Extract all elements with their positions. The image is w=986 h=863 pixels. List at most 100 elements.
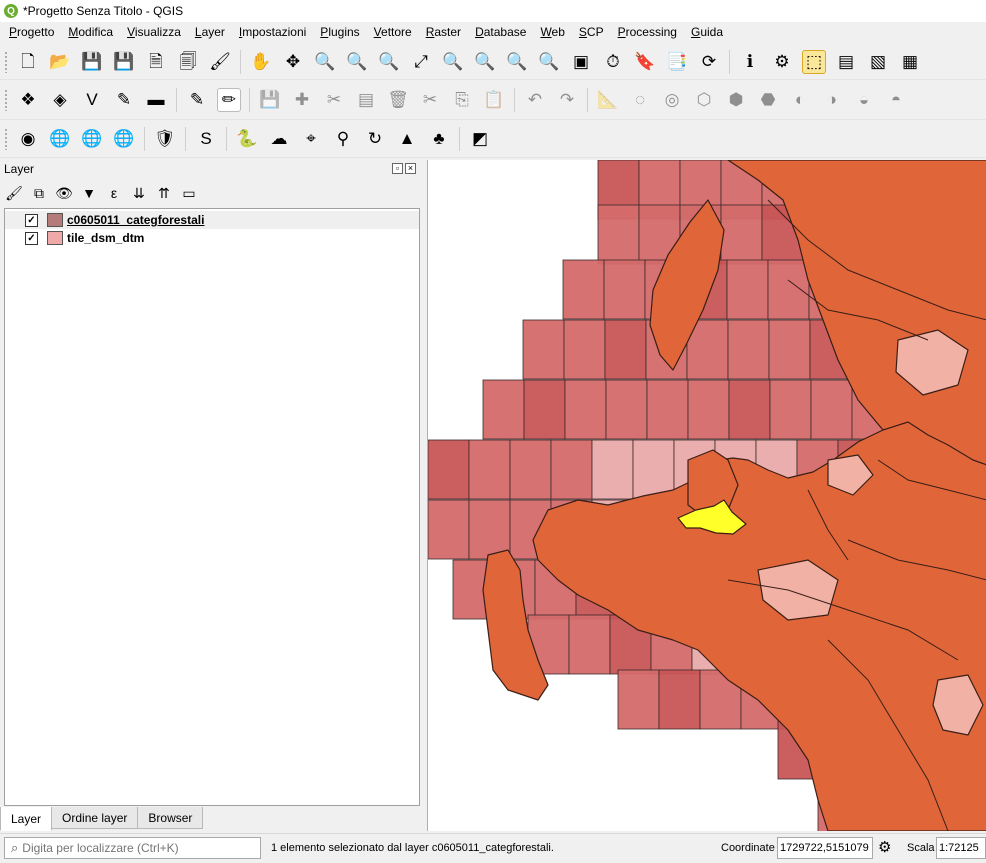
remove-layer-icon[interactable]: ▭ — [179, 183, 199, 203]
add-part-icon[interactable]: ◎ — [660, 88, 684, 112]
map-canvas[interactable] — [427, 160, 986, 831]
select-features-icon[interactable]: ⬚ — [802, 49, 826, 74]
current-edits-icon[interactable]: ✎ — [185, 88, 209, 112]
zoom-out-icon[interactable]: 🔍 — [345, 50, 369, 74]
filter-expression-icon[interactable]: ε — [104, 183, 124, 203]
expand-all-icon[interactable]: ⇊ — [129, 183, 149, 203]
menu-processing[interactable]: Processing — [611, 25, 684, 39]
zoom-native-icon[interactable]: 🔍 — [377, 50, 401, 74]
paste-features-icon[interactable]: 📋 — [482, 88, 506, 112]
add-group-icon[interactable]: ⧉ — [29, 183, 49, 203]
close-panel-icon[interactable]: × — [405, 163, 416, 174]
zoom-last-icon[interactable]: 🔍 — [505, 50, 529, 74]
new-print-layout-icon[interactable]: 🗎 — [144, 50, 168, 74]
pan-to-selection-icon[interactable]: ✥ — [281, 50, 305, 74]
collapse-all-icon[interactable]: ⇈ — [154, 183, 174, 203]
fill-ring-icon[interactable]: ⬡ — [692, 88, 716, 112]
toolbar-grip[interactable] — [4, 127, 8, 150]
layer-visibility-checkbox[interactable]: ✓ — [25, 231, 38, 245]
delete-part-icon[interactable]: ⬣ — [756, 88, 780, 112]
zoom-to-selection-icon[interactable]: 🔍 — [441, 50, 465, 74]
metasearch-icon[interactable]: 🌐 — [112, 127, 136, 151]
layer-name[interactable]: c0605011_categforestali — [67, 213, 204, 227]
float-panel-icon[interactable]: ▫ — [392, 163, 403, 174]
python-console-icon[interactable]: 🐍 — [235, 127, 259, 151]
geolocation-icon[interactable]: ⚲ — [331, 127, 355, 151]
georeferencer-icon[interactable]: ✎ — [112, 88, 136, 112]
modify-attributes-icon[interactable]: ▤ — [354, 88, 378, 112]
add-wms-layer-icon[interactable]: 🌐 — [48, 127, 72, 151]
toggle-extents-icon[interactable]: ⚙ — [878, 838, 891, 856]
cut-features-icon[interactable]: ✂ — [418, 88, 442, 112]
delete-selected-icon[interactable]: 🗑 — [386, 88, 410, 112]
offset-curve-icon[interactable]: ◑ — [820, 88, 844, 112]
toolbar-grip[interactable] — [4, 50, 8, 73]
digitize-vertex-icon[interactable]: V — [80, 88, 104, 112]
identify-features-icon[interactable]: ℹ — [738, 50, 762, 74]
redo-icon[interactable]: ↷ — [555, 88, 579, 112]
measure-icon[interactable]: 📐 — [596, 88, 620, 112]
data-source-manager-icon[interactable]: ❖ — [16, 88, 40, 112]
toggle-editing-icon[interactable]: ✏ — [217, 87, 241, 112]
zoom-next-icon[interactable]: 🔍 — [537, 50, 561, 74]
shield-plugin-icon[interactable]: 🛡 — [153, 127, 177, 151]
locator-bar[interactable]: ⌕ — [4, 837, 261, 859]
simplify-icon[interactable]: ◓ — [884, 88, 908, 112]
layer-row[interactable]: ✓ tile_dsm_dtm — [5, 229, 419, 247]
zoom-to-layer-icon[interactable]: 🔍 — [473, 50, 497, 74]
open-project-icon[interactable]: 📂 — [48, 50, 72, 74]
new-map-view-icon[interactable]: ▣ — [569, 50, 593, 74]
rotate-icon[interactable]: ↻ — [363, 127, 387, 151]
pan-map-icon[interactable]: ✋ — [249, 50, 273, 74]
layout-manager-icon[interactable]: 🗐 — [176, 50, 200, 74]
tab-browser[interactable]: Browser — [137, 807, 204, 829]
select-by-value-icon[interactable]: ▤ — [834, 50, 858, 74]
menu-web[interactable]: Web — [533, 25, 571, 39]
temporal-controller-icon[interactable]: ⏱ — [601, 50, 625, 74]
menu-plugins[interactable]: Plugins — [313, 25, 366, 39]
undo-icon[interactable]: ↶ — [523, 88, 547, 112]
cloud-icon[interactable]: ☁ — [267, 127, 291, 151]
menu-scp[interactable]: SCP — [572, 25, 611, 39]
delete-ring-icon[interactable]: ⬢ — [724, 88, 748, 112]
scale-field[interactable]: 1:72125 — [936, 837, 986, 859]
tab-layer[interactable]: Layer — [0, 807, 53, 831]
menu-vettore[interactable]: Vettore — [367, 25, 419, 39]
new-bookmark-icon[interactable]: 🔖 — [633, 50, 657, 74]
style-manager-icon[interactable]: 🖌 — [208, 50, 232, 74]
deselect-all-icon[interactable]: ▧ — [866, 50, 890, 74]
add-wfs-layer-icon[interactable]: 🌐 — [80, 127, 104, 151]
save-layer-edits-icon[interactable]: 💾 — [258, 88, 282, 112]
toolbar-grip[interactable] — [4, 88, 8, 111]
terrain-icon[interactable]: ▲ — [395, 127, 419, 151]
coordinate-field[interactable]: 1729722,5151079 — [777, 837, 873, 859]
menu-modifica[interactable]: Modifica — [61, 25, 120, 39]
save-project-icon[interactable]: 💾 — [80, 50, 104, 74]
save-as-icon[interactable]: 💾 — [112, 50, 136, 74]
vector-tool-icon[interactable]: ◩ — [468, 127, 492, 151]
gps-icon[interactable]: ▬ — [144, 88, 168, 112]
new-project-icon[interactable]: 🗋 — [16, 50, 40, 74]
zoom-in-icon[interactable]: 🔍 — [313, 50, 337, 74]
refresh-icon[interactable]: ⟳ — [697, 50, 721, 74]
copy-features-icon[interactable]: ⎘ — [450, 88, 474, 112]
tab-ordine-layer[interactable]: Ordine layer — [51, 807, 139, 829]
vertex-tool-icon[interactable]: ✂ — [322, 88, 346, 112]
menu-database[interactable]: Database — [468, 25, 533, 39]
zoom-full-icon[interactable]: ⤢ — [409, 50, 433, 74]
scp-icon[interactable]: S — [194, 127, 218, 151]
menu-raster[interactable]: Raster — [419, 25, 468, 39]
style-panel-icon[interactable]: 🖌 — [4, 183, 24, 203]
menu-impostazioni[interactable]: Impostazioni — [232, 25, 313, 39]
new-geopackage-layer-icon[interactable]: ◈ — [48, 88, 72, 112]
layer-name[interactable]: tile_dsm_dtm — [67, 231, 144, 245]
add-feature-icon[interactable]: ✚ — [290, 88, 314, 112]
reshape-icon[interactable]: ◐ — [788, 88, 812, 112]
layer-visibility-checkbox[interactable]: ✓ — [25, 213, 38, 227]
add-ring-icon[interactable]: ◌ — [628, 88, 652, 112]
attribute-table-icon[interactable]: ▦ — [898, 50, 922, 74]
locator-input[interactable] — [22, 841, 243, 855]
coord-capture-icon[interactable]: ⌖ — [299, 127, 323, 151]
menu-visualizza[interactable]: Visualizza — [120, 25, 188, 39]
menu-guida[interactable]: Guida — [684, 25, 730, 39]
